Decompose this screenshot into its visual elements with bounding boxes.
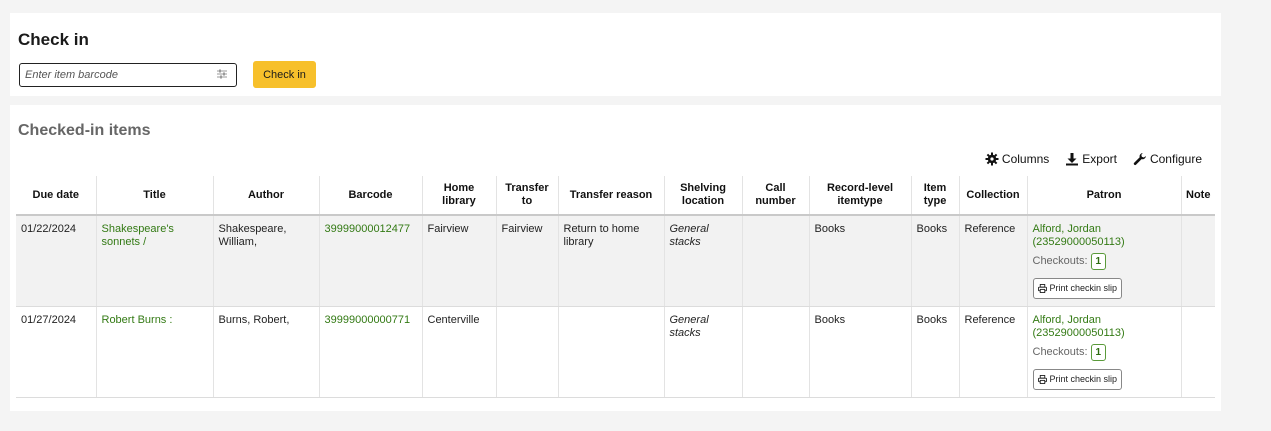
barcode-link[interactable]: 39999000012477 [325,223,411,235]
col-due-date[interactable]: Due date [16,176,96,216]
table-toolbar: Columns Export Configure [985,152,1202,166]
barcode-link[interactable]: 39999000000771 [325,314,411,326]
cell-author: Shakespeare, William, [212,215,319,307]
cell-record-level-itemtype: Books [808,306,911,398]
checkouts-info: Checkouts: 1 [1033,344,1176,361]
checkouts-label: Checkouts: [1032,346,1088,358]
cell-item-type: Books [910,215,959,307]
col-item-type[interactable]: Item type [910,176,959,216]
cell-home-library: Centerville [421,306,496,398]
patron-name: Alford, Jordan [1032,314,1101,326]
checkin-title: Check in [18,30,89,49]
columns-button[interactable]: Columns [985,152,1049,166]
cell-patron: Alford, Jordan (23529000050113) Checkout… [1026,306,1181,398]
cell-call-number [741,215,809,307]
barcode-input-wrapper[interactable] [19,63,237,87]
checkin-panel: Check in Check in [10,13,1221,96]
table-header-row: Due date Title Author Barcode Home libra… [16,176,1215,216]
configure-button[interactable]: Configure [1133,152,1202,166]
download-icon [1066,153,1079,166]
columns-label: Columns [1001,152,1050,166]
patron-card: (23529000050113) [1032,327,1125,339]
print-checkin-slip-label: Print checkin slip [1049,283,1118,293]
cell-transfer-reason: Return to home library [557,215,664,307]
patron-link[interactable]: Alford, Jordan (23529000050113) [1033,223,1125,248]
cell-call-number [741,306,809,398]
col-transfer-reason[interactable]: Transfer reason [557,176,664,216]
col-record-level-itemtype[interactable]: Record-level itemtype [808,176,911,216]
col-shelving-location[interactable]: Shelving location [663,176,742,216]
cell-record-level-itemtype: Books [808,215,911,307]
barcode-input[interactable] [25,65,205,85]
print-checkin-slip-button[interactable]: Print checkin slip [1032,278,1123,299]
wrench-icon [1133,153,1146,165]
gear-icon [985,152,999,166]
col-note[interactable]: Note [1180,176,1215,216]
cell-note [1180,215,1215,307]
print-checkin-slip-button[interactable]: Print checkin slip [1032,369,1123,390]
cell-shelving-location: General stacks [663,306,742,398]
col-call-number[interactable]: Call number [741,176,809,216]
cell-item-type: Books [910,306,959,398]
checkin-button[interactable]: Check in [253,61,316,88]
checked-in-table: Due date Title Author Barcode Home libra… [16,176,1215,398]
checked-in-panel: Checked-in items Columns Export Configur… [10,105,1221,411]
cell-author: Burns, Robert, [212,306,319,398]
col-patron[interactable]: Patron [1026,176,1181,216]
col-title[interactable]: Title [95,176,213,216]
cell-transfer-to [495,306,558,398]
checkouts-count-badge[interactable]: 1 [1090,253,1107,270]
cell-collection: Reference [958,215,1027,307]
patron-link[interactable]: Alford, Jordan (23529000050113) [1033,314,1125,339]
export-label: Export [1082,152,1117,166]
patron-name: Alford, Jordan [1032,223,1101,235]
cell-shelving-location: General stacks [663,215,742,307]
table-row: 01/27/2024 Robert Burns : Burns, Robert,… [16,306,1215,398]
checkouts-count-badge[interactable]: 1 [1090,344,1107,361]
export-button[interactable]: Export [1065,152,1117,166]
cell-note [1180,306,1215,398]
cell-home-library: Fairview [421,215,496,307]
patron-card: (23529000050113) [1032,236,1125,248]
sliders-icon[interactable] [216,68,228,80]
cell-due-date: 01/22/2024 [16,215,96,307]
col-barcode[interactable]: Barcode [318,176,422,216]
checked-in-title: Checked-in items [18,122,151,139]
print-checkin-slip-label: Print checkin slip [1049,374,1118,384]
table-row: 01/22/2024 Shakespeare's sonnets / Shake… [16,215,1215,307]
title-link[interactable]: Robert Burns : [102,314,173,326]
cell-patron: Alford, Jordan (23529000050113) Checkout… [1026,215,1181,307]
title-link[interactable]: Shakespeare's sonnets / [102,223,174,248]
printer-icon [1037,284,1047,293]
col-home-library[interactable]: Home library [421,176,496,216]
configure-label: Configure [1149,152,1202,166]
checkouts-label: Checkouts: [1032,255,1088,267]
printer-icon [1037,375,1047,384]
cell-due-date: 01/27/2024 [16,306,96,398]
col-transfer-to[interactable]: Transfer to [495,176,558,216]
cell-collection: Reference [958,306,1027,398]
checkouts-info: Checkouts: 1 [1033,253,1176,270]
cell-transfer-reason [557,306,664,398]
col-author[interactable]: Author [212,176,319,216]
cell-transfer-to: Fairview [495,215,558,307]
col-collection[interactable]: Collection [958,176,1027,216]
